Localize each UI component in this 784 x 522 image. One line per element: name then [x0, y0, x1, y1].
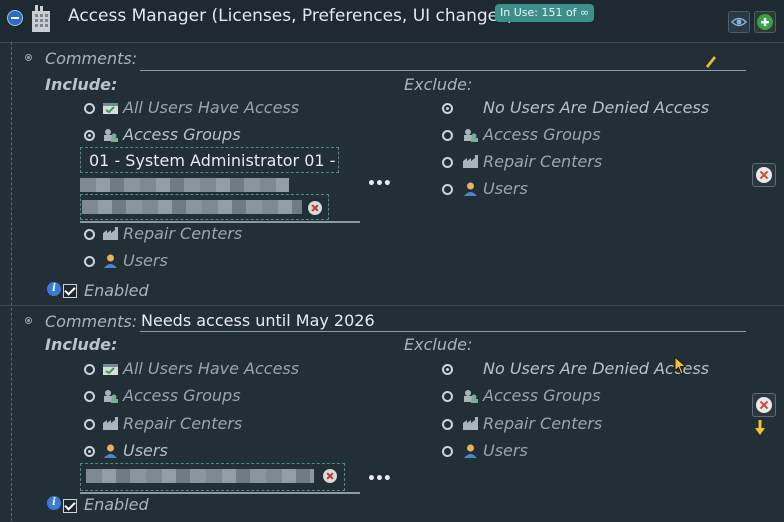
selection-underline	[80, 221, 360, 223]
repair-centers-icon	[103, 227, 118, 240]
enabled-checkbox[interactable]	[63, 284, 77, 298]
include-option-label: Repair Centers	[123, 224, 243, 243]
remove-selection-icon[interactable]	[308, 201, 322, 215]
include-repair-centers-radio[interactable]	[84, 419, 95, 430]
rule-bullet	[25, 54, 32, 61]
building-icon	[32, 5, 50, 32]
exclude-repair-centers-radio[interactable]	[442, 157, 453, 168]
user-icon	[464, 444, 477, 458]
access-groups-icon	[464, 129, 478, 142]
exclude-label: Exclude:	[404, 75, 473, 94]
rule-bullet	[25, 317, 32, 324]
redacted-text	[86, 469, 314, 483]
repair-centers-icon	[463, 155, 478, 168]
exclude-option-label: Repair Centers	[483, 152, 603, 171]
users-access-icon	[103, 364, 118, 375]
mouse-cursor-icon	[674, 356, 687, 375]
user-icon	[104, 444, 117, 458]
comment-field[interactable]	[140, 331, 746, 332]
include-users-radio[interactable]	[84, 446, 95, 457]
redacted-text	[80, 178, 289, 192]
plus-icon	[757, 14, 773, 30]
include-option-label: Users	[123, 441, 168, 460]
info-icon[interactable]: i	[47, 496, 61, 510]
exclude-option-label: Users	[483, 179, 528, 198]
usage-badge: In Use: 151 of ∞	[495, 4, 595, 22]
include-all-users-radio[interactable]	[84, 103, 95, 114]
user-icon	[104, 254, 117, 268]
repair-centers-icon	[103, 417, 118, 430]
exclude-option-label: No Users Are Denied Access	[483, 98, 710, 117]
include-option-label: All Users Have Access	[123, 359, 300, 378]
exclude-option-label: Repair Centers	[483, 414, 603, 433]
page-title: Access Manager (Licenses, Preferences, U…	[68, 6, 514, 26]
exclude-option-label: Access Groups	[483, 386, 601, 405]
exclude-none-radio[interactable]	[442, 364, 453, 375]
header-bar: Access Manager (Licenses, Preferences, U…	[0, 0, 784, 43]
more-options-button[interactable]: •••	[367, 176, 392, 192]
exclude-access-groups-radio[interactable]	[442, 130, 453, 141]
eye-icon	[730, 17, 748, 27]
access-groups-icon	[464, 390, 478, 403]
user-icon	[464, 182, 477, 196]
users-access-icon	[103, 103, 118, 114]
exclude-none-radio[interactable]	[442, 103, 453, 114]
delete-icon	[756, 397, 772, 413]
access-rule-2: Comments: Needs access until May 2026 In…	[0, 305, 784, 522]
comments-label: Comments:	[45, 312, 138, 331]
exclude-users-radio[interactable]	[442, 184, 453, 195]
include-option-label: Users	[123, 251, 168, 270]
view-button[interactable]	[728, 11, 750, 33]
exclude-option-label: Users	[483, 441, 528, 460]
info-icon[interactable]: i	[47, 282, 61, 296]
include-label: Include:	[45, 335, 118, 354]
include-access-groups-radio[interactable]	[84, 391, 95, 402]
move-down-arrow-icon[interactable]	[755, 420, 765, 436]
exclude-repair-centers-radio[interactable]	[442, 419, 453, 430]
selection-underline	[80, 492, 360, 494]
remove-selection-icon[interactable]	[323, 469, 337, 483]
collapse-icon[interactable]	[7, 10, 23, 26]
exclude-option-label: Access Groups	[483, 125, 601, 144]
include-option-label: All Users Have Access	[123, 98, 300, 117]
enabled-label: Enabled	[84, 281, 149, 300]
include-repair-centers-radio[interactable]	[84, 229, 95, 240]
exclude-access-groups-radio[interactable]	[442, 391, 453, 402]
comments-label: Comments:	[45, 49, 138, 68]
include-users-radio[interactable]	[84, 256, 95, 267]
enabled-label: Enabled	[84, 495, 149, 514]
delete-rule-button[interactable]	[752, 393, 776, 417]
comment-field[interactable]	[140, 70, 746, 71]
include-option-label: Access Groups	[123, 386, 241, 405]
delete-icon	[756, 167, 772, 183]
comment-value[interactable]: Needs access until May 2026	[141, 311, 375, 330]
exclude-label: Exclude:	[404, 335, 473, 354]
access-groups-icon	[104, 129, 118, 142]
include-label: Include:	[45, 75, 118, 94]
access-rule-1: Comments: Include: Exclude: All Users Ha…	[0, 43, 784, 304]
exclude-users-radio[interactable]	[442, 446, 453, 457]
redacted-text	[82, 200, 302, 214]
more-options-button[interactable]: •••	[367, 471, 392, 487]
include-access-groups-radio[interactable]	[84, 130, 95, 141]
pencil-icon[interactable]	[703, 54, 717, 68]
include-option-label: Access Groups	[123, 125, 241, 144]
repair-centers-icon	[463, 417, 478, 430]
include-option-label: Repair Centers	[123, 414, 243, 433]
enabled-checkbox[interactable]	[63, 499, 77, 513]
add-rule-button[interactable]	[754, 11, 776, 33]
access-groups-icon	[104, 390, 118, 403]
selected-group-value: 01 - System Administrator 01 -	[89, 151, 336, 170]
delete-rule-button[interactable]	[752, 163, 776, 187]
include-all-users-radio[interactable]	[84, 364, 95, 375]
